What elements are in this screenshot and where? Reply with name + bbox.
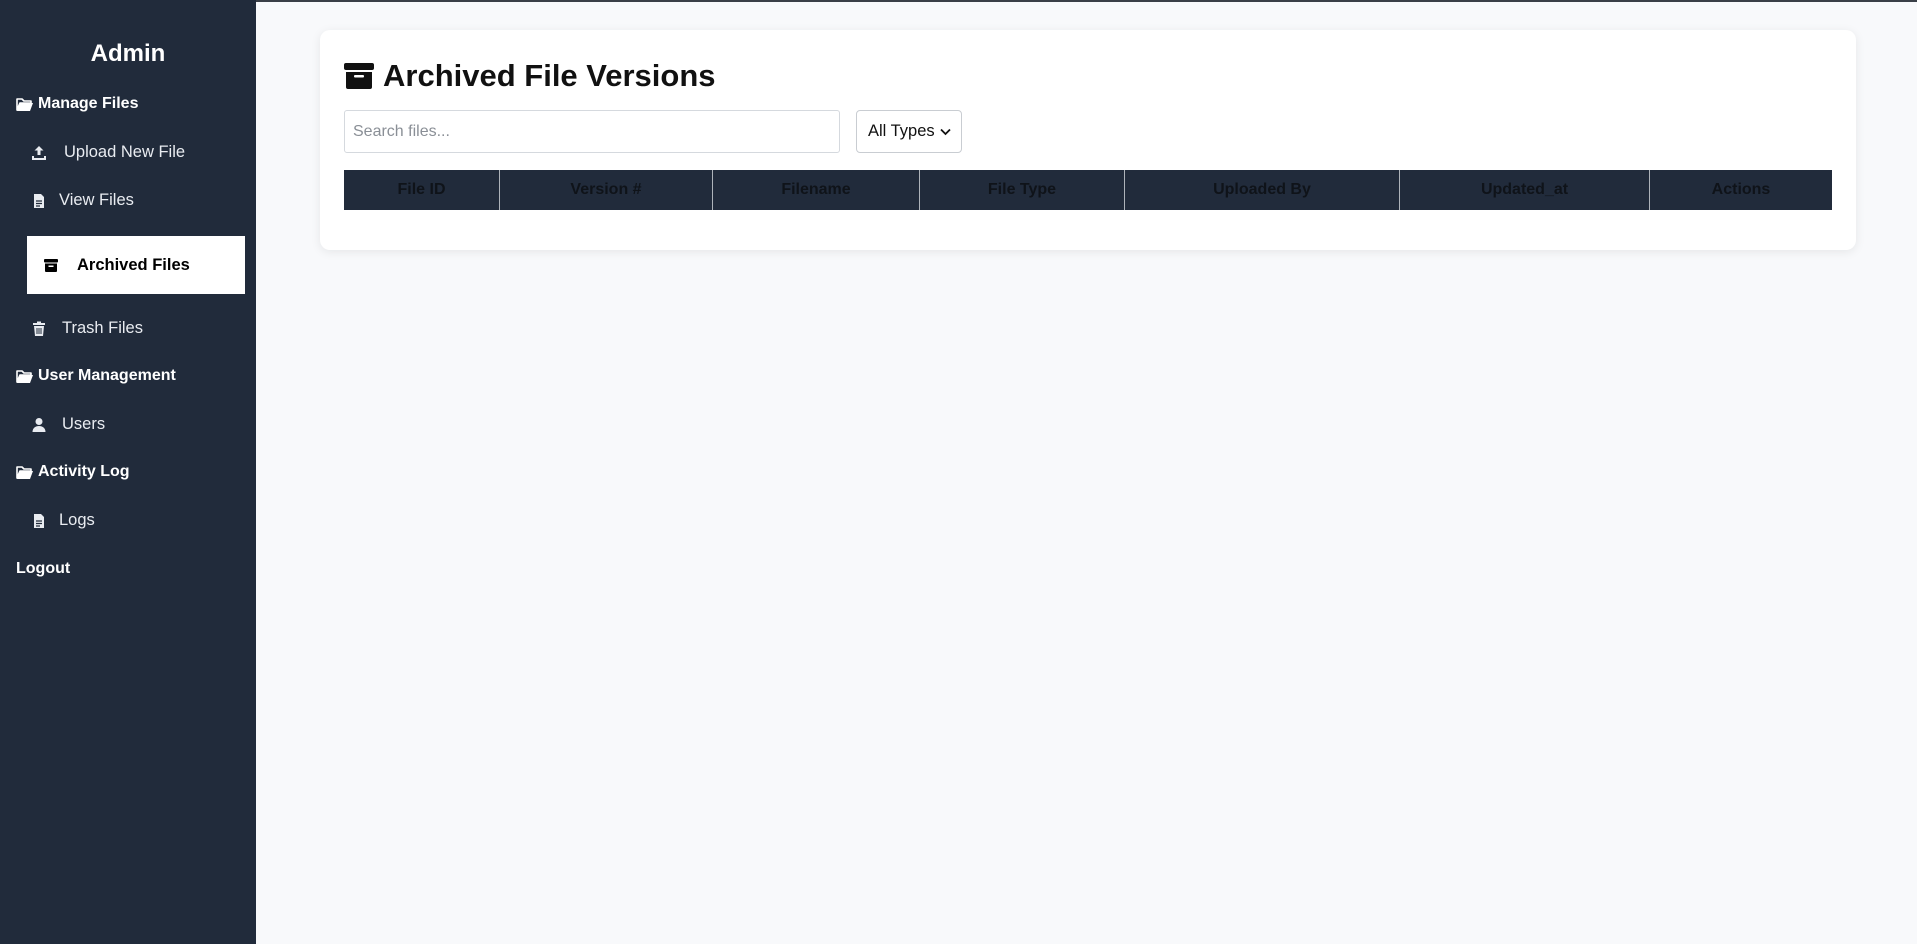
file-icon [30, 192, 48, 210]
section-activity-log: Activity Log [16, 463, 130, 481]
sidebar-item-archived-files[interactable]: Archived Files [27, 236, 245, 294]
sidebar-item-label: Upload New File [64, 143, 186, 161]
sidebar-item-label: Logs [59, 511, 95, 529]
logout-link[interactable]: Logout [16, 560, 70, 578]
trash-icon [30, 320, 48, 338]
sidebar-brand: Admin [90, 40, 166, 67]
upload-icon [30, 144, 48, 162]
archived-files-table-header: File ID Version # Filename File Type Upl… [344, 170, 1832, 210]
archive-box-icon [344, 63, 374, 89]
section-user-management: User Management [16, 367, 176, 385]
sidebar-item-label: View Files [59, 191, 134, 209]
sidebar-item-upload[interactable]: Upload New File [30, 143, 185, 162]
sidebar-item-view-files[interactable]: View Files [30, 191, 134, 210]
section-manage-files: Manage Files [16, 95, 138, 113]
user-icon [30, 416, 48, 434]
sidebar: Admin Manage Files Upload New File View … [0, 0, 256, 944]
column-header[interactable]: Filename [713, 170, 920, 210]
page-title: Archived File Versions [344, 58, 716, 94]
type-filter-select[interactable]: All Types [856, 110, 962, 153]
archived-files-card: Archived File Versions All Types File ID… [320, 30, 1856, 250]
page-title-text: Archived File Versions [383, 58, 716, 93]
sidebar-item-users[interactable]: Users [30, 415, 105, 434]
column-header[interactable]: Actions [1650, 170, 1832, 210]
column-header[interactable]: File Type [920, 170, 1125, 210]
file-icon [30, 512, 48, 530]
column-header[interactable]: Version # [500, 170, 713, 210]
section-label: Manage Files [38, 95, 139, 112]
chevron-down-icon [940, 128, 951, 135]
sidebar-item-label: Trash Files [62, 319, 143, 337]
section-label: User Management [38, 367, 176, 384]
sidebar-item-logs[interactable]: Logs [30, 511, 95, 530]
sidebar-item-label: Archived Files [77, 255, 190, 274]
column-header[interactable]: Updated_at [1400, 170, 1650, 210]
section-label: Activity Log [38, 463, 130, 480]
folder-open-icon [16, 97, 33, 111]
sidebar-item-trash-files[interactable]: Trash Files [30, 319, 143, 338]
folder-open-icon [16, 465, 33, 479]
folder-open-icon [16, 369, 33, 383]
window-top-border [0, 0, 1917, 2]
column-header[interactable]: File ID [344, 170, 500, 210]
archive-box-icon [42, 256, 60, 274]
sidebar-item-label: Users [62, 415, 106, 433]
type-filter-value: All Types [868, 122, 935, 140]
column-header[interactable]: Uploaded By [1125, 170, 1400, 210]
search-input[interactable] [344, 110, 840, 153]
